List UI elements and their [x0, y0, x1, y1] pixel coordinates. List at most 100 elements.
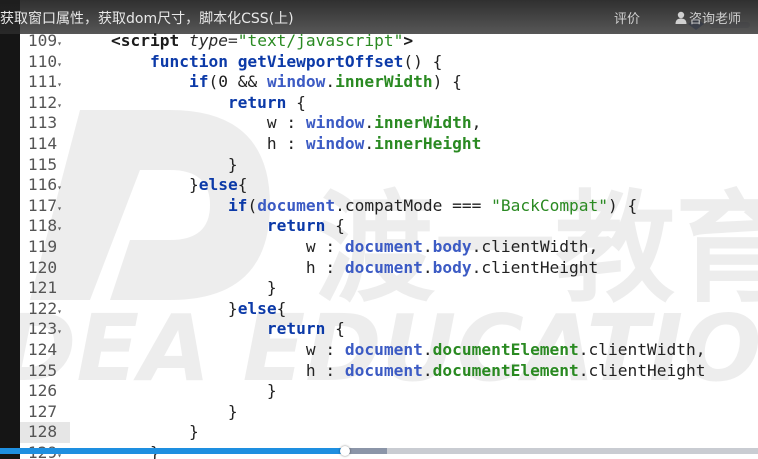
code-token: .: [422, 237, 433, 256]
code-token: .: [325, 72, 336, 92]
code-text: h : document.body.clientHeight: [72, 258, 598, 279]
code-line[interactable]: 128 }: [20, 422, 758, 443]
code-editor[interactable]: 渡一教育 DEA EDUCATION 109▾ <script type="te…: [20, 0, 758, 459]
line-number-text: 120: [27, 257, 58, 277]
code-text: if(document.compatMode === "BackCompat")…: [72, 196, 637, 217]
line-number-text: 121: [27, 278, 58, 298]
code-text: h : window.innerHeight: [72, 134, 481, 155]
code-token: (: [208, 72, 219, 92]
code-text: }: [72, 155, 238, 176]
code-line[interactable]: 121 }: [20, 278, 758, 299]
code-token: .: [364, 113, 375, 133]
code-token: innerHeight: [374, 134, 482, 153]
code-token: .clientHeight: [578, 360, 706, 380]
code-token: (: [247, 195, 258, 215]
code-line[interactable]: 116▾ }else{: [20, 175, 758, 196]
code-token: w :: [72, 340, 345, 359]
code-text: return {: [72, 93, 306, 114]
line-number: 109▾: [20, 31, 70, 52]
code-token: "BackCompat": [491, 195, 609, 215]
fold-arrow-icon[interactable]: ▾: [57, 307, 62, 316]
code-token: {: [325, 216, 345, 236]
code-text: w : window.innerWidth,: [72, 113, 481, 134]
code-token: return: [266, 319, 326, 339]
code-line[interactable]: 111▾ if(0 && window.innerWidth) {: [20, 72, 758, 93]
code-token: document: [344, 237, 423, 256]
code-line[interactable]: 117▾ if(document.compatMode === "BackCom…: [20, 196, 758, 217]
code-token: body: [432, 257, 472, 277]
code-token: window: [305, 113, 365, 133]
video-title: 获取窗口属性，获取dom尺寸，脚本化CSS(上): [0, 11, 294, 27]
fold-arrow-icon[interactable]: ▾: [57, 327, 62, 336]
code-text: }: [72, 422, 199, 443]
line-number-text: 126: [27, 381, 58, 401]
consult-teacher-button[interactable]: 咨询老师: [675, 8, 741, 27]
code-line[interactable]: 112▾ return {: [20, 93, 758, 114]
code-line[interactable]: 126 }: [20, 381, 758, 402]
code-line[interactable]: 122▾ }else{: [20, 299, 758, 320]
code-text: }else{: [72, 298, 287, 320]
code-line[interactable]: 119 w : document.body.clientWidth,: [20, 237, 758, 258]
line-number-text: 127: [27, 401, 58, 421]
code-token: {: [286, 92, 306, 112]
code-token: document: [344, 257, 423, 277]
rate-button[interactable]: 评价: [614, 8, 640, 27]
fold-arrow-icon[interactable]: ▾: [57, 39, 62, 48]
code-token: if: [188, 72, 209, 92]
code-token: else: [198, 175, 238, 195]
line-number-text: 122: [27, 298, 58, 318]
played-segment: [0, 448, 345, 454]
consult-teacher-label: 咨询老师: [689, 12, 742, 27]
code-token: .: [364, 134, 375, 153]
line-number: 117▾: [20, 196, 70, 217]
code-token: documentElement: [432, 340, 579, 359]
line-number-text: 124: [27, 340, 58, 359]
code-token: }: [72, 278, 277, 298]
code-token: .: [422, 257, 433, 277]
code-token: }: [72, 401, 238, 421]
code-line[interactable]: 127 }: [20, 402, 758, 423]
fold-arrow-icon[interactable]: ▾: [57, 224, 62, 233]
code-token: else: [237, 298, 277, 318]
code-line[interactable]: 120 h : document.body.clientHeight: [20, 258, 758, 279]
video-progress-bar[interactable]: [0, 446, 758, 456]
progress-handle[interactable]: [339, 446, 350, 456]
code-token: ,: [471, 113, 482, 133]
code-line[interactable]: 109▾ <script type="text/javascript">: [20, 31, 758, 52]
code-token: ) {: [432, 72, 462, 92]
line-number: 111▾: [20, 72, 70, 93]
fold-arrow-icon[interactable]: ▾: [57, 60, 62, 69]
code-line[interactable]: 110▾ function getViewportOffset() {: [20, 52, 758, 73]
code-line[interactable]: 114 h : window.innerHeight: [20, 134, 758, 155]
line-number-text: 111: [27, 72, 58, 92]
code-line[interactable]: 118▾ return {: [20, 216, 758, 237]
fold-arrow-icon[interactable]: ▾: [57, 183, 62, 192]
code-line[interactable]: 124 w : document.documentElement.clientW…: [20, 340, 758, 361]
line-number: 123▾: [20, 319, 70, 340]
code-token: getViewportOffset: [237, 51, 404, 71]
code-line[interactable]: 123▾ return {: [20, 319, 758, 340]
code-token: }: [72, 175, 199, 195]
code-text: w : document.body.clientWidth,: [72, 237, 598, 258]
fold-arrow-icon[interactable]: ▾: [57, 101, 62, 110]
line-number: 122▾: [20, 299, 70, 320]
code-text: h : document.documentElement.clientHeigh…: [72, 361, 706, 382]
code-line[interactable]: 125 h : document.documentElement.clientH…: [20, 361, 758, 382]
code-token: h :: [72, 257, 345, 277]
fold-arrow-icon[interactable]: ▾: [57, 204, 62, 213]
fold-arrow-icon[interactable]: ▾: [57, 80, 62, 89]
code-token: function: [149, 51, 228, 71]
code-token: documentElement: [432, 360, 579, 380]
code-token: w :: [72, 237, 345, 256]
code-line[interactable]: 115 }: [20, 155, 758, 176]
code-line[interactable]: 113 w : window.innerWidth,: [20, 113, 758, 134]
code-text: return {: [72, 319, 345, 340]
